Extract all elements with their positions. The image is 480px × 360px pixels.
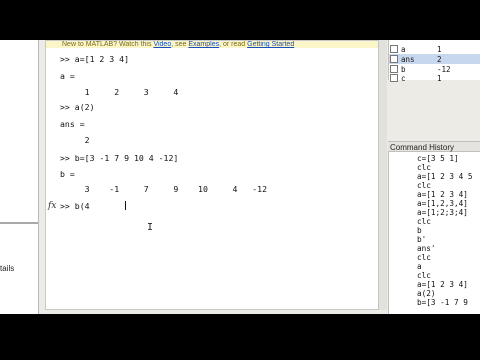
- history-item[interactable]: b=[3 -1 7 9: [417, 298, 468, 307]
- history-item[interactable]: c=[3 5 1]: [417, 154, 459, 163]
- command-window-scrollbar[interactable]: [378, 40, 387, 310]
- history-item[interactable]: a=[1 2 3 4]: [417, 190, 468, 199]
- command-history-title: Command History: [388, 141, 480, 152]
- variable-value: 1: [437, 45, 442, 54]
- getting-started-banner: New to MATLAB? Watch this Video, see Exa…: [46, 41, 378, 48]
- history-item[interactable]: ans': [417, 244, 436, 253]
- variable-value: 2: [437, 55, 442, 64]
- details-label: tails: [0, 264, 15, 273]
- history-item[interactable]: clc: [417, 217, 431, 226]
- output-label: ans =: [60, 119, 85, 129]
- command-line: >> a=[1 2 3 4]: [60, 54, 130, 64]
- history-item[interactable]: a=[1,2,3,4]: [417, 199, 468, 208]
- history-item[interactable]: clc: [417, 271, 431, 280]
- output-values: 1 2 3 4: [60, 87, 179, 97]
- history-item[interactable]: a(2): [417, 289, 436, 298]
- history-item[interactable]: b': [417, 235, 426, 244]
- mouse-cursor-icon: I: [147, 222, 154, 233]
- current-folder-pane: tails: [0, 40, 39, 314]
- pane-divider[interactable]: [0, 222, 38, 224]
- workspace-row[interactable]: ans 2: [389, 54, 480, 64]
- output-values: 2: [60, 135, 90, 145]
- workspace-pane: a 1 ans 2 b -12 c 1: [388, 40, 480, 83]
- command-line: >> b=[3 -1 7 9 10 4 -12]: [60, 153, 179, 163]
- command-history-pane: c=[3 5 1] clc a=[1 2 3 4 5 clc a=[1 2 3 …: [388, 152, 480, 314]
- variable-icon: [390, 55, 398, 63]
- history-item[interactable]: clc: [417, 163, 431, 172]
- variable-name: a: [401, 45, 406, 54]
- history-item[interactable]: clc: [417, 181, 431, 190]
- output-values: 3 -1 7 9 10 4 -12: [60, 184, 268, 194]
- history-item[interactable]: clc: [417, 253, 431, 262]
- command-line: >> a(2): [60, 102, 95, 112]
- current-command-input[interactable]: >> b(4: [60, 201, 90, 211]
- variable-name: c: [401, 74, 406, 83]
- banner-sep1: , see: [171, 41, 187, 48]
- history-item[interactable]: a=[1 2 3 4]: [417, 280, 468, 289]
- variable-name: ans: [401, 55, 415, 64]
- workspace-row[interactable]: c 1: [389, 73, 480, 83]
- banner-prefix: New to MATLAB? Watch this: [62, 41, 152, 48]
- matlab-desktop: tails New to MATLAB? Watch this Video, s…: [0, 40, 480, 314]
- output-label: b =: [60, 169, 75, 179]
- command-window[interactable]: New to MATLAB? Watch this Video, see Exa…: [45, 40, 379, 310]
- output-label: a =: [60, 71, 75, 81]
- history-item[interactable]: a=[1 2 3 4 5: [417, 172, 473, 181]
- text-caret: [125, 201, 126, 210]
- function-browser-icon[interactable]: fx: [48, 201, 56, 211]
- variable-icon: [390, 74, 398, 82]
- variable-icon: [390, 45, 398, 53]
- history-item[interactable]: a=[1;2;3;4]: [417, 208, 468, 217]
- getting-started-link[interactable]: Getting Started: [247, 41, 294, 48]
- history-item[interactable]: a: [417, 262, 422, 271]
- examples-link[interactable]: Examples: [188, 41, 219, 48]
- variable-icon: [390, 65, 398, 73]
- workspace-row[interactable]: a 1: [389, 44, 480, 54]
- video-link[interactable]: Video: [153, 41, 171, 48]
- banner-sep2: , or read: [219, 41, 246, 48]
- variable-value: 1: [437, 74, 442, 83]
- history-item[interactable]: b: [417, 226, 422, 235]
